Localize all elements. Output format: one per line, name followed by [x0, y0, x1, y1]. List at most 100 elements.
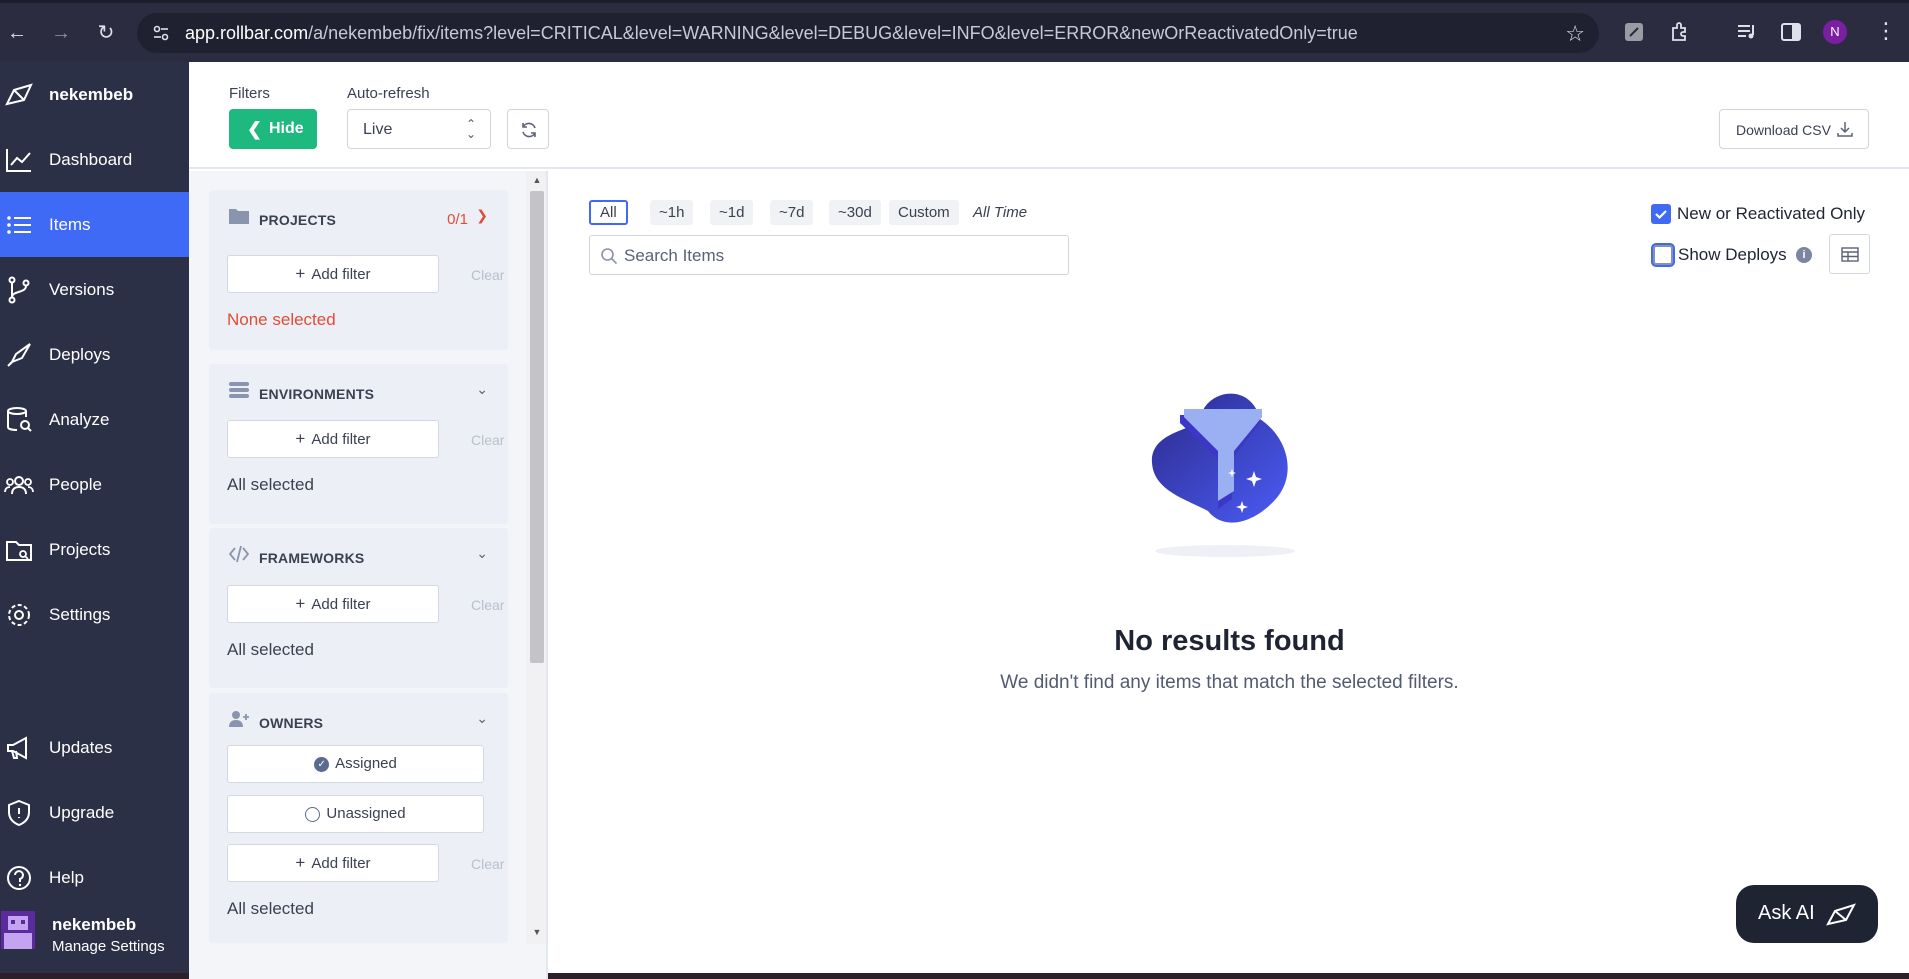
- time-range-7d[interactable]: ~7d: [770, 200, 814, 225]
- nav-item-settings[interactable]: Settings: [0, 582, 189, 647]
- unassigned-button[interactable]: Unassigned: [227, 795, 484, 833]
- nav-label: Settings: [49, 604, 111, 624]
- url-text[interactable]: app.rollbar.com/a/nekembeb/fix/items?lev…: [185, 23, 1358, 44]
- nav-item-help[interactable]: Help: [0, 845, 189, 910]
- nav-item-updates[interactable]: Updates: [0, 715, 189, 780]
- address-bar[interactable]: app.rollbar.com/a/nekembeb/fix/items?lev…: [137, 13, 1599, 53]
- side-panel-icon[interactable]: [1779, 20, 1803, 44]
- megaphone-icon: [7, 735, 27, 760]
- nav-item-analyze[interactable]: Analyze: [0, 387, 189, 452]
- nav-label: Dashboard: [49, 149, 133, 169]
- nav-label: Upgrade: [49, 802, 115, 822]
- nav-item-items[interactable]: Items: [0, 192, 189, 257]
- site-settings-icon[interactable]: [151, 23, 171, 43]
- nav-label: Deploys: [49, 344, 111, 364]
- autorefresh-select[interactable]: Live ⌃ ⌄: [347, 109, 491, 149]
- time-range-30d[interactable]: ~30d: [829, 200, 881, 225]
- time-range-custom[interactable]: Custom: [889, 200, 959, 225]
- empty-state-subtitle: We didn't find any items that match the …: [1000, 672, 1459, 693]
- empty-filter-illustration: [1151, 393, 1295, 557]
- folder-icon: [229, 209, 249, 224]
- search-items-box[interactable]: [589, 235, 1069, 275]
- new-or-reactivated-checkbox[interactable]: [1651, 204, 1671, 224]
- nav-item-deploys[interactable]: Deploys: [0, 322, 189, 387]
- ask-ai-button[interactable]: Ask AI: [1736, 885, 1878, 943]
- time-range-1h[interactable]: ~1h: [650, 200, 694, 225]
- chevron-down-icon: ⌄: [476, 381, 488, 397]
- nav-label: Help: [49, 867, 84, 887]
- forward-icon[interactable]: →: [47, 19, 75, 47]
- search-input[interactable]: [624, 244, 1054, 268]
- assigned-button[interactable]: ✓ Assigned: [227, 745, 484, 783]
- frameworks-status: All selected: [227, 640, 314, 659]
- code-icon: [228, 545, 250, 563]
- chevron-down-icon: ❯: [476, 207, 488, 223]
- back-icon[interactable]: ←: [3, 19, 31, 47]
- extension-icon[interactable]: [1622, 20, 1646, 44]
- nav-label: Projects: [49, 539, 111, 559]
- clear-link[interactable]: Clear: [471, 597, 504, 613]
- owners-filter-header[interactable]: OWNERS ⌄: [209, 693, 508, 745]
- empty-state-title: No results found: [1114, 625, 1345, 657]
- avatar: [1, 911, 35, 949]
- bookmark-star-icon[interactable]: ☆: [1565, 21, 1585, 47]
- branch-icon: [8, 276, 30, 303]
- show-deploys-label[interactable]: Show Deploys: [1678, 245, 1787, 265]
- reload-icon[interactable]: ↻: [92, 19, 120, 47]
- add-filter-button[interactable]: + Add filter: [227, 420, 439, 458]
- scroll-up-icon[interactable]: ▲: [530, 175, 544, 187]
- hide-filters-button[interactable]: ❮ Hide: [229, 109, 317, 149]
- environments-filter-header[interactable]: ENVIRONMENTS ⌄: [209, 364, 508, 416]
- add-filter-button[interactable]: + Add filter: [227, 255, 439, 293]
- add-filter-button[interactable]: + Add filter: [227, 585, 439, 623]
- info-icon[interactable]: i: [1796, 247, 1812, 263]
- profile-avatar[interactable]: N: [1823, 20, 1847, 44]
- media-control-icon[interactable]: [1735, 20, 1759, 44]
- new-or-reactivated-label[interactable]: New or Reactivated Only: [1677, 204, 1865, 224]
- nav-item-dashboard[interactable]: Dashboard: [0, 127, 189, 192]
- browser-menu-icon[interactable]: ⋮: [1875, 18, 1897, 44]
- frameworks-filter-header[interactable]: FRAMEWORKS ⌄: [209, 528, 508, 580]
- nav-item-upgrade[interactable]: Upgrade: [0, 780, 189, 845]
- page-header: Filters ❮ Hide Auto-refresh Live ⌃ ⌄ Down…: [189, 62, 1909, 169]
- chevron-left-icon: ❮: [247, 119, 263, 139]
- projects-filter-header[interactable]: PROJECTS 0/1 ❯: [209, 190, 508, 242]
- folder-icon: [6, 540, 32, 561]
- nav-label: Updates: [49, 737, 113, 757]
- search-icon: [601, 248, 618, 265]
- clear-link[interactable]: Clear: [471, 856, 504, 872]
- nav-label: Items: [49, 214, 91, 234]
- time-range-all[interactable]: All: [589, 200, 628, 225]
- list-icon: [7, 215, 31, 234]
- nav-brand[interactable]: nekembeb: [0, 62, 189, 127]
- autorefresh-label: Auto-refresh: [347, 85, 430, 102]
- user-name: nekembeb: [52, 915, 137, 934]
- gear-icon: [8, 603, 30, 626]
- nav-item-people[interactable]: People: [0, 452, 189, 517]
- nav-label: People: [49, 474, 102, 494]
- chevron-down-icon: ⌄: [476, 710, 488, 726]
- filters-panel: ▲ ▼ PROJECTS 0/1 ❯ + Add filter Clear Non…: [189, 171, 548, 979]
- clear-link[interactable]: Clear: [471, 432, 504, 448]
- rocket-icon: [7, 342, 31, 367]
- clear-link[interactable]: Clear: [471, 267, 504, 283]
- chevron-down-icon: ⌄: [476, 545, 488, 561]
- user-menu[interactable]: nekembeb Manage Settings: [0, 902, 189, 957]
- refresh-icon: [522, 122, 536, 138]
- filters-label: Filters: [229, 85, 270, 102]
- show-deploys-checkbox[interactable]: [1653, 245, 1673, 265]
- scrollbar-thumb[interactable]: [530, 191, 544, 663]
- projects-status: None selected: [227, 310, 336, 329]
- manage-settings-link[interactable]: Manage Settings: [52, 938, 165, 955]
- refresh-button[interactable]: [507, 109, 549, 149]
- browser-toolbar: ← → ↻ app.rollbar.com/a/nekembeb/fix/ite…: [0, 0, 1909, 62]
- owners-status: All selected: [227, 899, 314, 918]
- nav-item-projects[interactable]: Projects: [0, 517, 189, 582]
- extensions-puzzle-icon[interactable]: [1668, 20, 1692, 44]
- nav-item-versions[interactable]: Versions: [0, 257, 189, 322]
- time-range-1d[interactable]: ~1d: [710, 200, 754, 225]
- download-csv-button[interactable]: Download CSV: [1719, 109, 1869, 149]
- add-filter-button[interactable]: + Add filter: [227, 844, 439, 882]
- scroll-down-icon[interactable]: ▼: [530, 927, 544, 939]
- table-settings-button[interactable]: [1829, 234, 1870, 274]
